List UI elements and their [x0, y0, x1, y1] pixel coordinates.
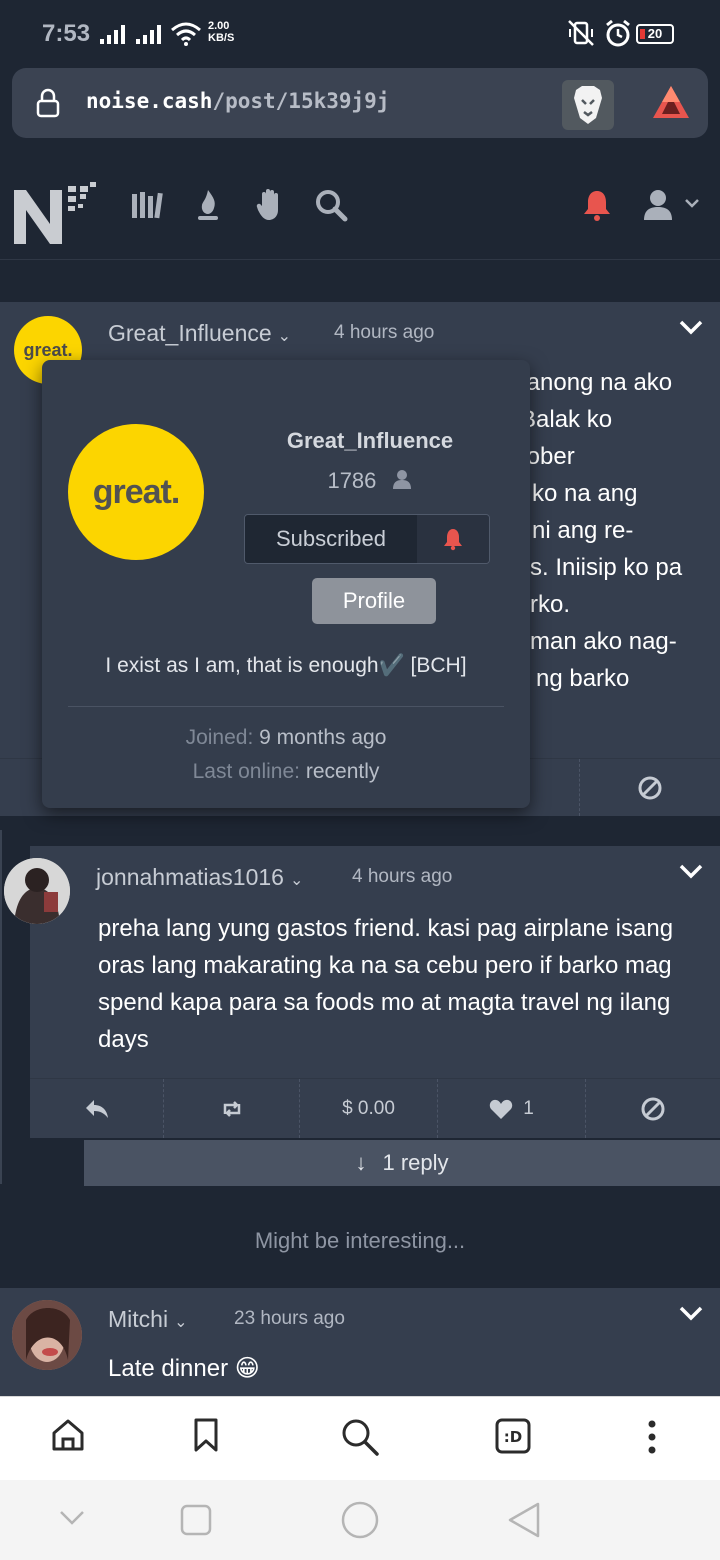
flame-icon[interactable]	[192, 188, 224, 222]
repost-icon	[223, 1100, 240, 1117]
signal-icon	[136, 24, 161, 44]
alarm-icon	[606, 19, 630, 47]
site-header	[0, 160, 720, 260]
profile-hover-card: great. Great_Influence 1786 Subscribed P…	[42, 360, 530, 808]
arrow-down-icon: ↓	[355, 1150, 367, 1175]
search-icon[interactable]	[340, 1417, 380, 1457]
chevron-down-icon[interactable]	[678, 862, 704, 880]
chevron-down-icon[interactable]	[678, 1304, 704, 1322]
avatar-photo	[12, 1300, 82, 1370]
chevron-down-icon[interactable]	[678, 318, 704, 336]
tip-button[interactable]: $ 0.00	[300, 1079, 438, 1138]
person-icon	[392, 470, 411, 489]
status-bar: 7:53 2.00 KB/S 20	[0, 0, 720, 68]
notify-button[interactable]	[417, 515, 489, 563]
subscribed-button[interactable]: Subscribed	[245, 515, 417, 563]
divider	[68, 706, 504, 707]
nav-home-icon[interactable]	[340, 1500, 380, 1540]
post-time: 4 hours ago	[352, 866, 453, 887]
block-icon	[641, 1097, 665, 1120]
avatar[interactable]	[12, 1300, 82, 1370]
browser-toolbar: :D	[0, 1396, 720, 1480]
post-body: tanong na ako Balak ko tober ko na ang n…	[520, 369, 683, 692]
repost-button[interactable]	[164, 1079, 300, 1138]
username[interactable]: Great_Influence ⌄	[108, 320, 291, 347]
wifi-icon	[171, 22, 201, 46]
address-bar[interactable]: noise.cash/post/15k39j9j	[12, 68, 708, 138]
search-icon[interactable]	[314, 188, 348, 222]
library-icon[interactable]	[130, 188, 164, 222]
last-online-info: Last online: recently	[192, 760, 380, 783]
follower-count: 1786	[238, 468, 502, 494]
reply-button[interactable]	[30, 1079, 164, 1138]
svg-text::D: :D	[504, 1428, 522, 1446]
notification-bell-icon[interactable]	[582, 188, 612, 222]
battery-icon: 20	[636, 24, 674, 44]
bookmark-icon[interactable]	[190, 1417, 222, 1453]
username[interactable]: jonnahmatias1016 ⌄	[96, 864, 303, 891]
username[interactable]: Mitchi ⌄	[108, 1306, 187, 1333]
heart-icon	[490, 1099, 513, 1119]
avatar-photo	[4, 858, 70, 924]
joined-info: Joined: 9 months ago	[185, 726, 387, 749]
bat-rewards-icon[interactable]	[650, 82, 692, 122]
mute-vibrate-icon	[568, 20, 594, 46]
block-icon	[638, 776, 662, 799]
url-text[interactable]: noise.cash/post/15k39j9j	[86, 89, 389, 113]
tabs-icon[interactable]: :D	[494, 1417, 532, 1455]
reply-icon	[85, 1099, 108, 1118]
nav-recents-icon[interactable]	[178, 1502, 214, 1538]
post-time: 4 hours ago	[334, 322, 435, 343]
hand-icon[interactable]	[254, 188, 286, 222]
user-menu-icon[interactable]	[642, 188, 704, 222]
post-body: Late dinner 😁	[108, 1355, 260, 1382]
section-heading: Might be interesting...	[254, 1228, 466, 1253]
brave-shields-button[interactable]	[562, 80, 614, 130]
nav-back-icon[interactable]	[506, 1500, 542, 1540]
profile-bio: I exist as I am, that is enough✔️ [BCH]	[105, 654, 467, 677]
noise-cash-logo[interactable]	[14, 180, 98, 248]
post-card: Mitchi ⌄ 23 hours ago Late dinner 😁	[0, 1288, 720, 1396]
thread-line	[0, 830, 2, 1184]
nav-collapse-icon[interactable]	[58, 1508, 86, 1528]
comment-actions: $ 0.00 1	[30, 1078, 720, 1138]
subscribe-toggle[interactable]: Subscribed	[244, 514, 490, 564]
network-speed: 2.00 KB/S	[208, 20, 235, 44]
like-button[interactable]: 1	[438, 1079, 586, 1138]
brave-lion-icon	[574, 86, 602, 124]
comment-card: jonnahmatias1016 ⌄ 4 hours ago preha lang…	[30, 846, 720, 1138]
more-options-icon[interactable]	[640, 1417, 664, 1457]
lock-icon	[36, 88, 60, 118]
profile-button[interactable]: Profile	[312, 578, 436, 624]
home-icon[interactable]	[50, 1417, 86, 1453]
bell-icon	[444, 529, 462, 551]
show-replies-button[interactable]: ↓ 1 reply	[84, 1140, 720, 1186]
avatar[interactable]	[4, 858, 70, 924]
comment-body: preha lang yung gastos friend. kasi pag …	[98, 915, 674, 1053]
signal-icon	[100, 24, 125, 44]
profile-avatar[interactable]: great.	[68, 424, 204, 560]
profile-name[interactable]: Great_Influence	[238, 428, 502, 454]
block-button[interactable]	[586, 1079, 720, 1138]
clock: 7:53	[42, 20, 91, 47]
block-button[interactable]	[580, 759, 720, 816]
system-navigation-bar	[0, 1480, 720, 1560]
post-time: 23 hours ago	[234, 1308, 345, 1329]
